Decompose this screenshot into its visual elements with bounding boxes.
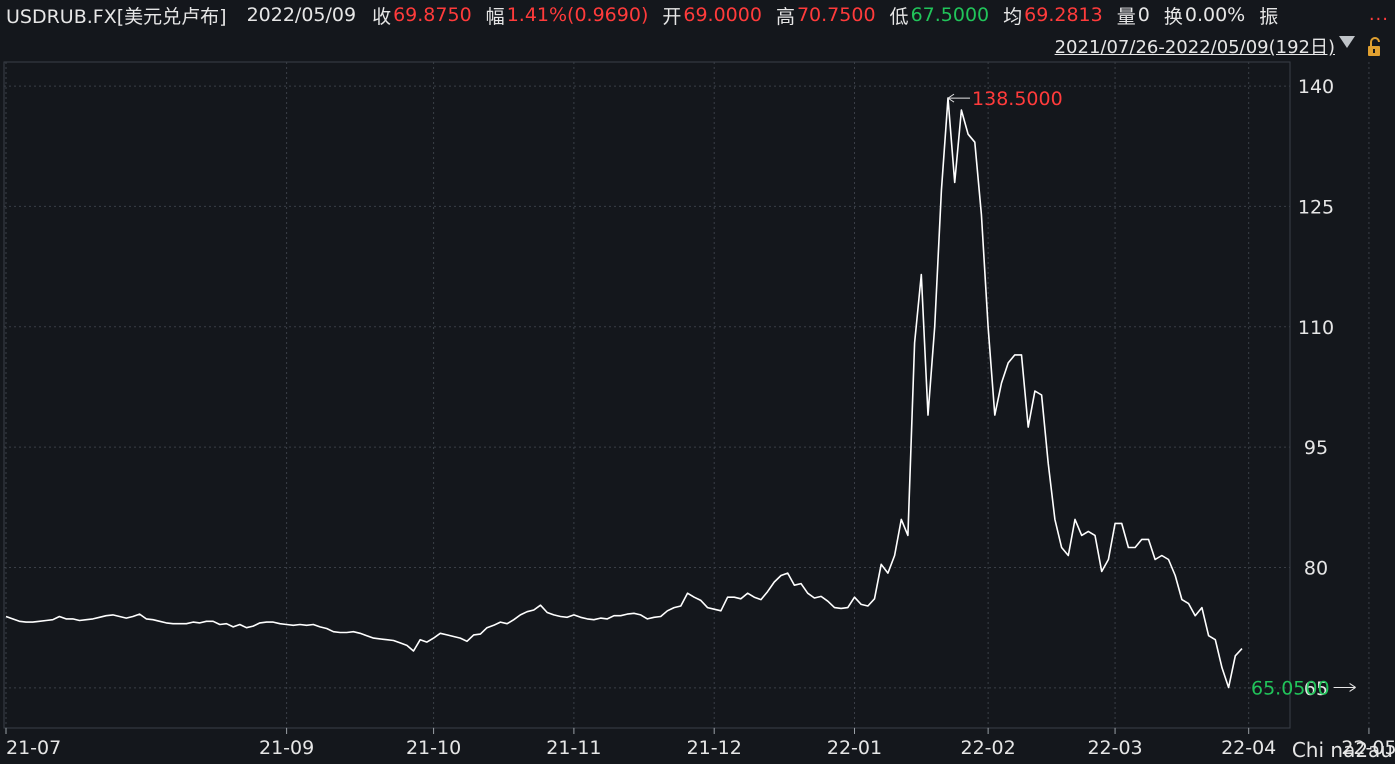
y-tick-label: 140 [1298, 76, 1334, 98]
date-range-selector[interactable]: 2021/07/26-2022/05/09(192日) [1055, 33, 1335, 59]
x-tick-label: 22-02 [961, 737, 1016, 759]
x-tick-label: 21-09 [259, 737, 314, 759]
min-price-label: 65.0500 [1251, 677, 1330, 699]
watermark: Chi na2au [1291, 738, 1393, 762]
x-tick-label: 22-03 [1087, 737, 1142, 759]
x-tick-label: 22-01 [827, 737, 882, 759]
y-tick-label: 110 [1298, 317, 1334, 339]
x-tick-label: 22-04 [1221, 737, 1276, 759]
plot-frame [3, 61, 1291, 729]
dropdown-arrow-icon[interactable] [1339, 36, 1355, 48]
x-tick-label: 21-12 [687, 737, 742, 759]
y-tick-label: 125 [1298, 196, 1334, 218]
price-chart[interactable]: 65809511012514021-07 21-09 21-10 21-11 21-12… [0, 0, 1395, 764]
unlock-icon[interactable] [1367, 37, 1383, 57]
price-line [5, 97, 1243, 689]
y-tick-label: 95 [1304, 437, 1328, 459]
x-tick-label: 21-11 [546, 737, 601, 759]
x-tick-label: 21-10 [406, 737, 461, 759]
y-tick-label: 80 [1304, 558, 1328, 580]
max-price-label: 138.5000 [972, 88, 1063, 110]
x-tick-label: 21-07 [6, 737, 61, 759]
